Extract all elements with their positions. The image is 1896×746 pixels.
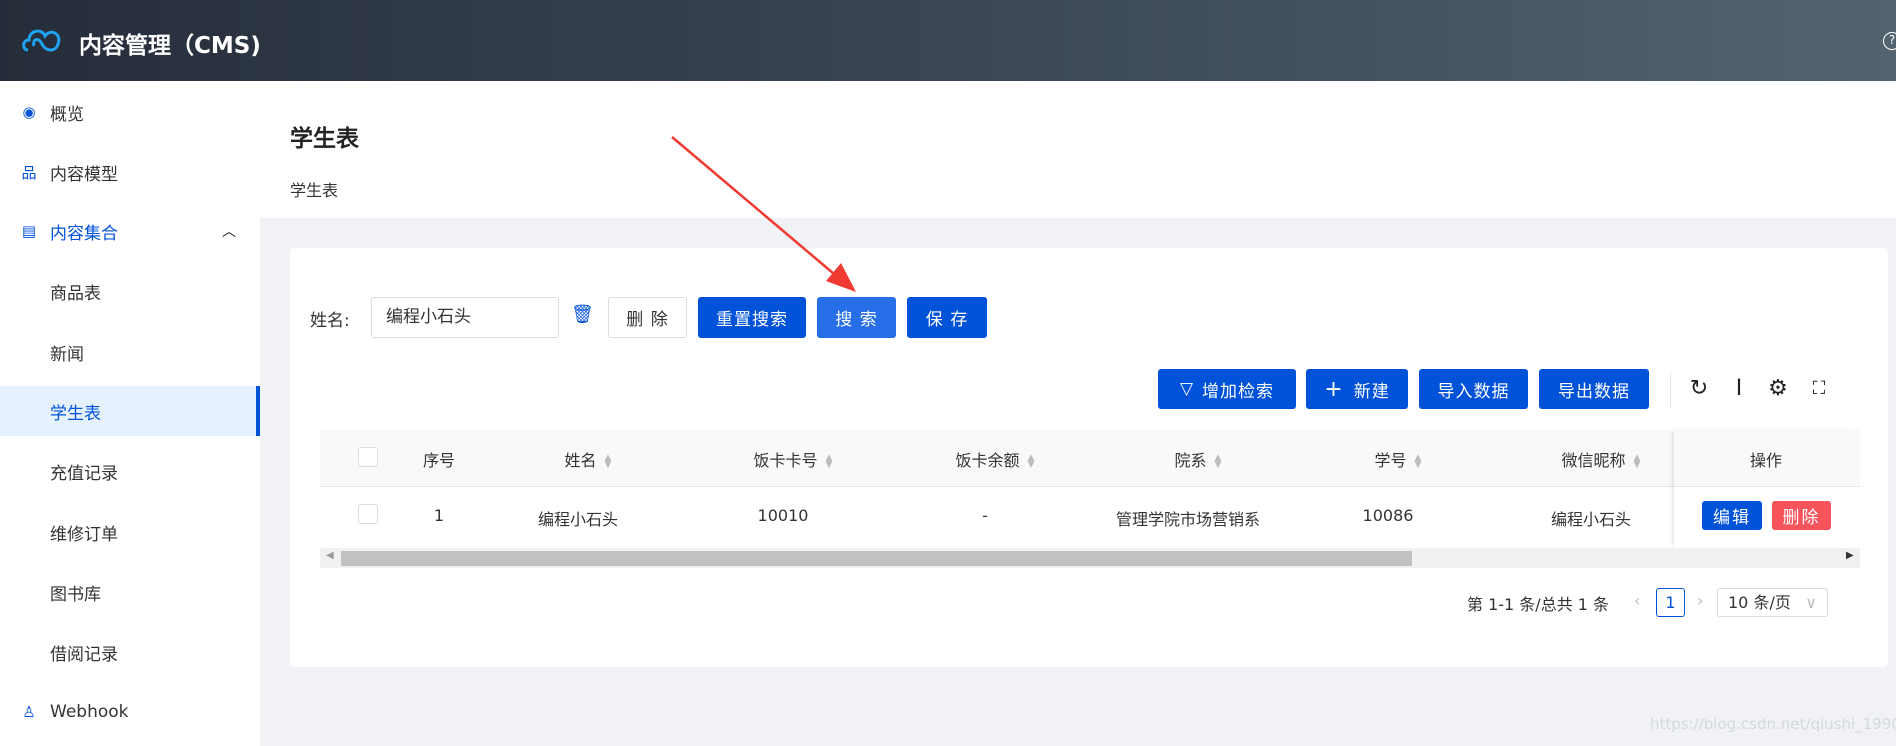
annotation-arrow	[671, 136, 856, 292]
watermark: https://blog.csdn.net/qiushi_1990	[1650, 715, 1896, 733]
